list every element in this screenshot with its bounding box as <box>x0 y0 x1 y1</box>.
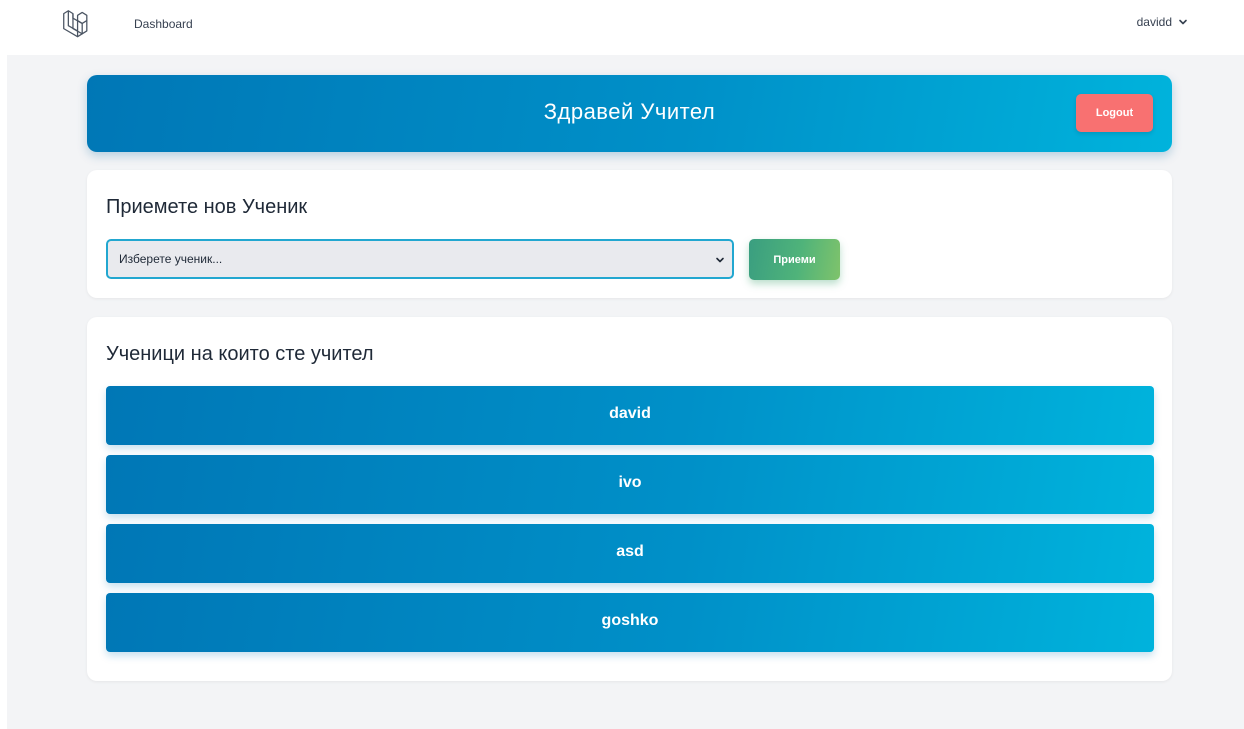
list-item[interactable]: asd <box>106 524 1154 583</box>
chevron-down-icon <box>1179 19 1187 25</box>
list-item[interactable]: david <box>106 386 1154 445</box>
laravel-logo-icon[interactable] <box>60 9 94 39</box>
students-card: Ученици на които сте учител david ivo as… <box>87 317 1172 681</box>
page-content: Здравей Учител Logout Приемете нов Учени… <box>7 55 1244 729</box>
logout-button[interactable]: Logout <box>1076 94 1153 132</box>
list-item[interactable]: ivo <box>106 455 1154 514</box>
top-navigation: Dashboard davidd <box>0 0 1244 54</box>
list-item[interactable]: goshko <box>106 593 1154 652</box>
nav-link-dashboard[interactable]: Dashboard <box>134 17 193 31</box>
user-menu[interactable]: davidd <box>1137 15 1188 29</box>
admit-student-card: Приемете нов Ученик Изберете ученик... П… <box>87 170 1172 298</box>
student-name: goshko <box>601 612 659 629</box>
admit-button[interactable]: Приеми <box>749 239 840 280</box>
page-title: Здравей Учител <box>543 99 716 124</box>
user-name: davidd <box>1136 15 1172 29</box>
student-select[interactable]: Изберете ученик... <box>106 239 734 279</box>
student-name: david <box>609 405 651 422</box>
students-title: Ученици на които сте учител <box>106 343 374 365</box>
student-name: ivo <box>618 474 642 491</box>
student-list: david ivo asd goshko <box>106 386 1154 662</box>
chevron-down-icon <box>716 257 724 263</box>
welcome-banner: Здравей Учител Logout <box>87 75 1172 152</box>
student-select-value: Изберете ученик... <box>119 252 223 266</box>
admit-student-title: Приемете нов Ученик <box>106 196 308 218</box>
student-name: asd <box>616 543 644 560</box>
